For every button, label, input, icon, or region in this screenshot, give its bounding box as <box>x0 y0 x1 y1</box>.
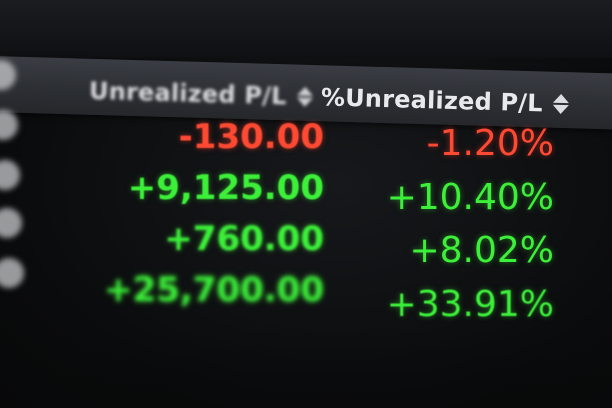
pct-unrealized-pl-value: +8.02% <box>409 230 554 271</box>
sort-updown-icon[interactable] <box>552 93 569 115</box>
unrealized-pl-value: -130.00 <box>178 117 324 157</box>
trading-screen: Unrealized P/L %Unrealized P/L -130.00 -… <box>0 0 612 408</box>
top-background <box>0 0 612 58</box>
pct-unrealized-pl-value: +33.91% <box>386 284 554 325</box>
row-action-icon[interactable] <box>0 258 24 288</box>
column-header-unrealized-pl[interactable]: Unrealized P/L <box>89 77 313 111</box>
unrealized-pl-value: +760.00 <box>164 219 324 259</box>
pct-unrealized-pl-value: +10.40% <box>386 177 554 218</box>
column-header-label: Unrealized P/L <box>88 76 287 111</box>
row-action-icon[interactable] <box>0 208 22 238</box>
column-header-pct-unrealized-pl[interactable]: %Unrealized P/L <box>321 83 569 118</box>
row-action-icon[interactable] <box>0 160 20 190</box>
row-action-icon[interactable] <box>0 110 18 140</box>
sort-updown-icon[interactable] <box>296 86 313 108</box>
unrealized-pl-value: +25,700.00 <box>104 270 324 310</box>
column-header-label: %Unrealized P/L <box>320 83 544 118</box>
pct-unrealized-pl-value: -1.20% <box>426 123 554 164</box>
unrealized-pl-value: +9,125.00 <box>127 168 324 208</box>
bottom-vignette <box>0 328 612 408</box>
